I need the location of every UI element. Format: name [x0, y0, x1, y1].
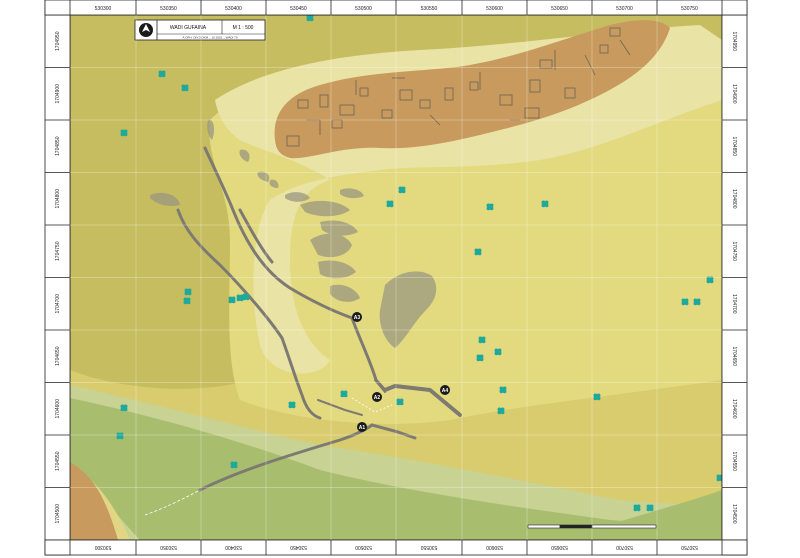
tree-icon — [478, 336, 486, 344]
grid-label-northing: 1704700 — [55, 294, 61, 314]
tree-icon — [184, 288, 192, 296]
map-scale: M 1 : 500 — [233, 25, 254, 31]
grid-label-northing: 1704850 — [731, 137, 737, 157]
site-marker-a3[interactable]: A3 — [352, 312, 362, 322]
grid-label-easting: 530400 — [225, 544, 242, 550]
grid-label-northing: 1704500 — [55, 504, 61, 524]
tree-icon — [181, 84, 189, 92]
grid-label-northing: 1704950 — [731, 32, 737, 52]
grid-label-northing: 1704900 — [55, 84, 61, 104]
tree-icon — [120, 129, 128, 137]
grid-label-northing: 1704800 — [55, 189, 61, 209]
grid-label-easting: 530450 — [290, 544, 307, 550]
tree-icon — [306, 14, 314, 22]
grid-label-easting: 530400 — [225, 6, 242, 12]
tree-icon — [541, 200, 549, 208]
grid-label-easting: 530600 — [486, 6, 503, 12]
grid-label-easting: 530750 — [681, 6, 698, 12]
tree-icon — [693, 298, 701, 306]
tree-icon — [228, 296, 236, 304]
tree-icon — [476, 354, 484, 362]
site-marker-a2[interactable]: A2 — [372, 392, 382, 402]
title-block: WADI GUFAINA M 1 : 500 A.OFH. DIV.3 DKM … — [134, 19, 266, 41]
site-label-a4: A4 — [442, 388, 449, 394]
site-marker-a4[interactable]: A4 — [440, 385, 450, 395]
tree-icon — [116, 432, 124, 440]
grid-label-northing: 1704550 — [731, 452, 737, 472]
north-arrow-icon — [139, 23, 153, 37]
grid-label-northing: 1704750 — [55, 241, 61, 261]
tree-icon — [386, 200, 394, 208]
site-marker-a1[interactable]: A1 — [357, 422, 367, 432]
grid-label-northing: 1704650 — [731, 347, 737, 367]
tree-icon — [398, 186, 406, 194]
grid-label-northing: 1704550 — [55, 451, 61, 471]
site-label-a3: A3 — [354, 315, 361, 321]
tree-icon — [593, 393, 601, 401]
grid-label-easting: 530750 — [681, 544, 698, 550]
grid-label-northing: 1704750 — [731, 242, 737, 262]
tree-icon — [474, 248, 482, 256]
tree-icon — [486, 203, 494, 211]
archaeological-site-map: A1 A2 A3 A4 WADI GUFAINA M 1 : 500 A.OFH… — [44, 0, 748, 556]
grid-label-easting: 530650 — [551, 544, 568, 550]
tree-icon — [158, 70, 166, 78]
tree-icon — [236, 294, 244, 302]
site-label-a2: A2 — [374, 395, 381, 401]
grid-label-easting: 530300 — [94, 544, 111, 550]
grid-label-easting: 530500 — [355, 6, 372, 12]
tree-icon — [499, 386, 507, 394]
grid-label-northing: 1704600 — [55, 399, 61, 419]
grid-label-easting: 530650 — [551, 6, 568, 12]
grid-label-northing: 1704650 — [55, 346, 61, 366]
grid-label-northing: 1704800 — [731, 189, 737, 209]
grid-label-easting: 530700 — [616, 6, 633, 12]
tree-icon — [646, 504, 654, 512]
tree-icon — [288, 401, 296, 409]
tree-icon — [340, 390, 348, 398]
site-label-a1: A1 — [359, 425, 366, 431]
grid-label-easting: 530350 — [160, 6, 177, 12]
map-subtitle: A.OFH. DIV.3 DKM _ 10.2002 _ WADI 70 — [183, 36, 238, 40]
tree-icon — [633, 504, 641, 512]
tree-icon — [681, 298, 689, 306]
grid-label-easting: 530600 — [486, 544, 503, 550]
tree-icon — [183, 297, 191, 305]
tree-icon — [497, 407, 505, 415]
grid-label-easting: 530550 — [420, 544, 437, 550]
grid-label-easting: 530500 — [355, 544, 372, 550]
grid-label-northing: 1704700 — [731, 294, 737, 314]
grid-label-northing: 1704900 — [731, 84, 737, 104]
tree-icon — [230, 461, 238, 469]
tree-icon — [242, 293, 250, 301]
grid-label-easting: 530450 — [290, 6, 307, 12]
tree-icon — [494, 348, 502, 356]
grid-label-easting: 530300 — [95, 6, 112, 12]
grid-label-northing: 1704950 — [55, 31, 61, 51]
tree-icon — [120, 404, 128, 412]
grid-label-easting: 530350 — [160, 544, 177, 550]
grid-label-northing: 1704850 — [55, 136, 61, 156]
grid-label-easting: 530700 — [616, 544, 633, 550]
grid-label-northing: 1704600 — [731, 399, 737, 419]
grid-label-easting: 530550 — [421, 6, 438, 12]
tree-icon — [396, 398, 404, 406]
grid-label-northing: 1704500 — [731, 504, 737, 524]
